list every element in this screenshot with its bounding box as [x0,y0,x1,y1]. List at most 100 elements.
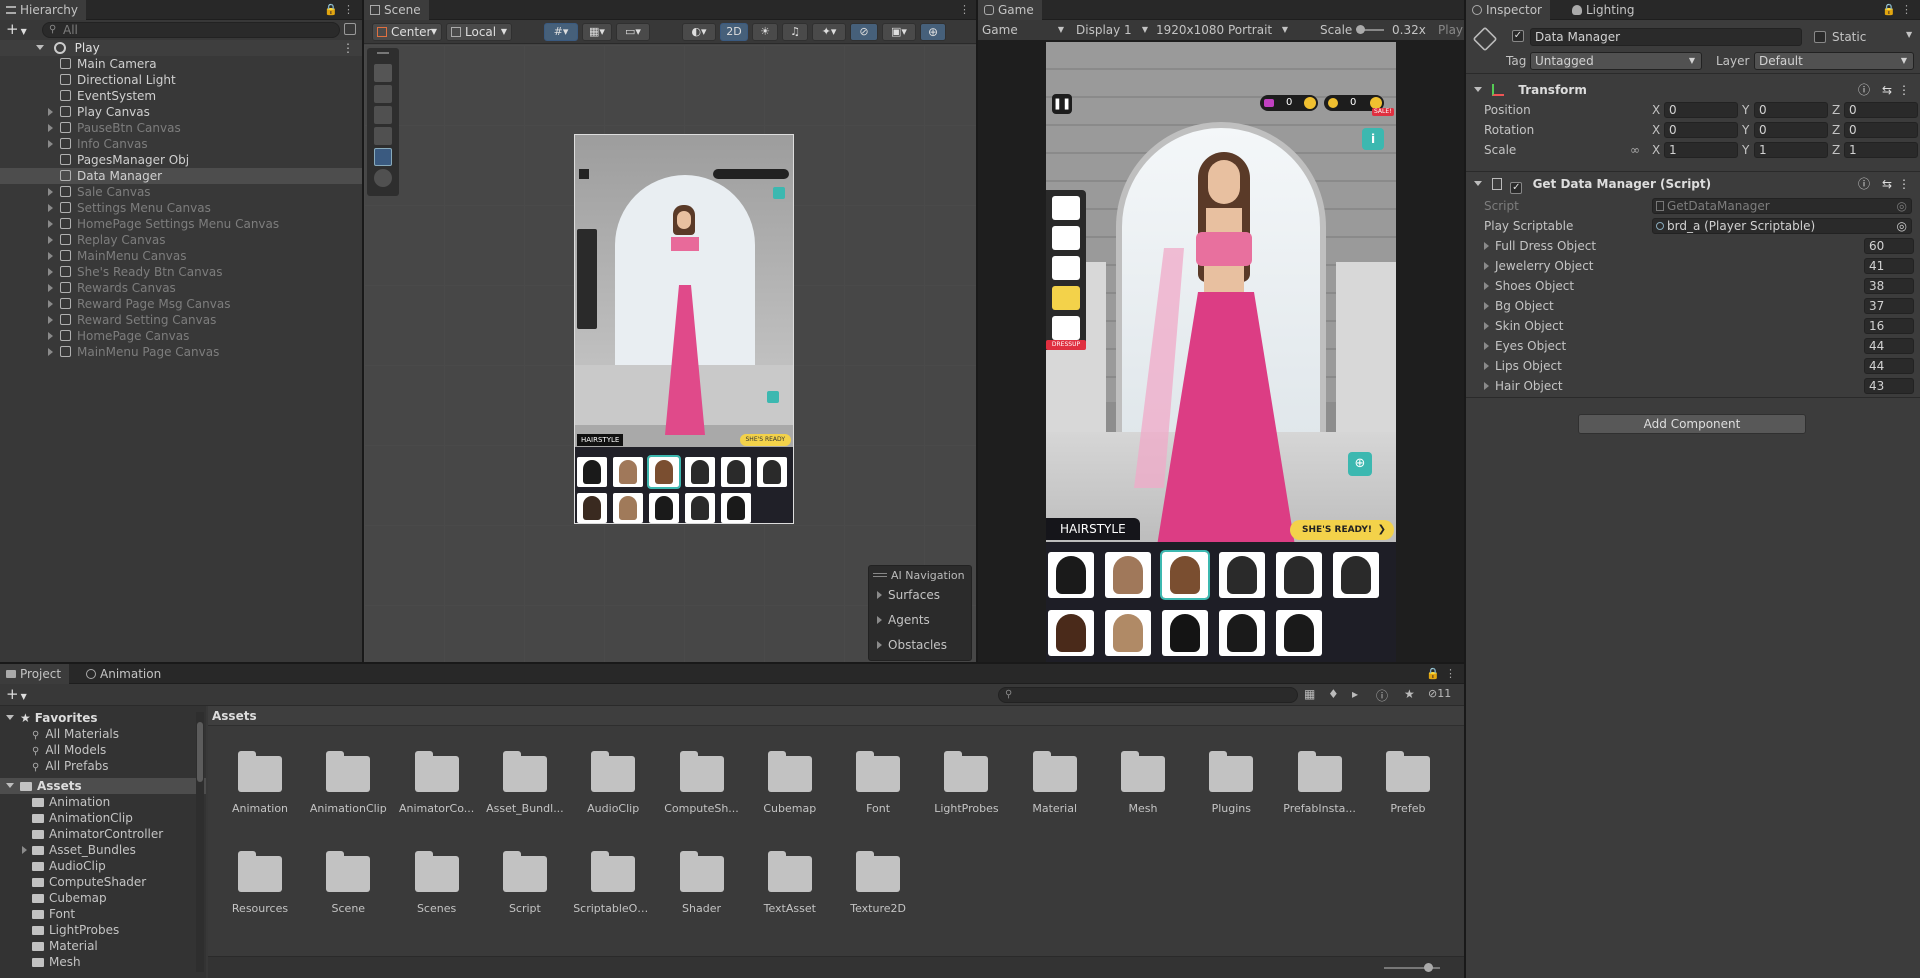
axis-y-label[interactable]: Y [1742,122,1749,138]
script-field-value[interactable]: 38 [1864,278,1914,294]
axis-x-label[interactable]: X [1652,102,1660,118]
hierarchy-item[interactable]: PauseBtn Canvas [0,120,362,136]
expand-icon[interactable] [48,300,53,308]
axis-y-label[interactable]: Y [1742,102,1749,118]
script-field-value[interactable]: 44 [1864,338,1914,354]
hierarchy-item[interactable]: Info Canvas [0,136,362,152]
expand-icon[interactable] [6,715,14,720]
asset-folder[interactable]: ComputeSh... [664,751,739,828]
mini-hair-option[interactable] [685,493,715,523]
expand-icon[interactable] [48,268,53,276]
active-checkbox[interactable]: ✓ [1512,30,1524,42]
asset-folder[interactable]: ScriptableOb... [573,851,653,928]
tab-lighting[interactable]: Lighting [1566,0,1643,20]
tag-dropdown[interactable]: Untagged ▼ [1530,52,1702,70]
expand-icon[interactable] [1484,262,1489,270]
asset-folder[interactable]: Prefeb [1378,751,1438,828]
hair-category-icon[interactable] [1052,286,1080,310]
asset-folder[interactable]: Shader [672,851,732,928]
asset-folder[interactable]: Plugins [1201,751,1261,828]
mini-hair-option[interactable] [721,493,751,523]
tool-palette-handle[interactable] [377,52,389,54]
shes-ready-button[interactable]: SHE'S READY! ❯ [1289,520,1394,540]
asset-folder[interactable]: Scenes [407,851,467,928]
hierarchy-scene-row[interactable]: Play ⋮ [0,40,362,56]
asset-folder[interactable]: PrefabInsta... [1283,751,1356,828]
mini-hair-option[interactable] [613,493,643,523]
hierarchy-item[interactable]: She's Ready Btn Canvas [0,264,362,280]
game-mode-dropdown[interactable]: Game ▼ [982,20,1066,40]
favorite-star-icon[interactable]: ★ [1404,687,1415,701]
expand-icon[interactable] [1484,382,1489,390]
expand-icon[interactable] [1484,282,1489,290]
hand-tool-icon[interactable] [374,64,392,82]
transform-z-field[interactable]: 0 [1844,122,1918,138]
axis-z-label[interactable]: Z [1832,122,1840,138]
rotate-tool-icon[interactable] [374,106,392,124]
expand-icon[interactable] [1484,342,1489,350]
expand-icon[interactable] [48,332,53,340]
search-options-icon[interactable] [344,23,356,35]
asset-tree-item[interactable]: Animation [0,794,206,810]
dress-category-icon[interactable] [1052,316,1080,340]
expand-icon[interactable] [1484,302,1489,310]
object-name-field[interactable]: Data Manager [1530,28,1802,46]
hidden-objects-toggle[interactable]: ⊘ [850,23,878,41]
favorite-item[interactable]: ⚲ All Models [0,742,206,758]
transform-z-field[interactable]: 0 [1844,102,1918,118]
chevron-down-icon[interactable]: ▼ [1906,30,1912,39]
hairstyle-option[interactable] [1276,552,1322,598]
play-scriptable-field[interactable]: brd_a (Player Scriptable) ◎ [1652,218,1912,234]
info-button[interactable]: i [1362,128,1384,150]
preset-icon[interactable]: ⇆ [1882,174,1892,194]
expand-icon[interactable] [877,641,882,649]
icon-size-slider[interactable] [1384,963,1440,972]
more-icon[interactable]: ⋮ [1898,80,1910,100]
asset-folder[interactable]: Mesh [1113,751,1173,828]
more-icon[interactable]: ⋮ [959,0,970,20]
asset-folder[interactable]: Script [495,851,555,928]
ai-nav-item[interactable]: Agents [877,611,930,629]
script-header[interactable]: ✓ Get Data Manager (Script) ⓘ ⇆ ⋮ [1466,174,1920,194]
expand-icon[interactable] [1484,362,1489,370]
hierarchy-item[interactable]: Sale Canvas [0,184,362,200]
asset-tree-item[interactable]: ComputeShader [0,874,206,890]
script-field-value[interactable]: 43 [1864,378,1914,394]
ai-nav-item[interactable]: Obstacles [877,636,947,654]
hidden-packages-toggle[interactable]: ⊘11 [1428,687,1451,700]
script-enabled-checkbox[interactable]: ✓ [1510,182,1523,194]
hairstyle-option[interactable] [1219,610,1265,656]
axis-x-label[interactable]: X [1652,142,1660,158]
grid-snap-button[interactable]: #▾ [544,23,578,41]
grid-visibility-button[interactable]: ▦▾ [582,23,612,41]
mini-zoom-icon[interactable] [767,391,779,403]
axis-z-label[interactable]: Z [1832,142,1840,158]
asset-folder[interactable]: AnimatorCo... [399,751,474,828]
transform-y-field[interactable]: 0 [1754,102,1828,118]
lips-category-icon[interactable] [1052,256,1080,280]
help-icon[interactable]: ⓘ [1858,80,1870,100]
audio-toggle[interactable]: ♫ [782,23,808,41]
preset-icon[interactable]: ⇆ [1882,80,1892,100]
hairstyle-option[interactable] [1333,552,1379,598]
asset-folder[interactable]: Scene [318,851,378,928]
more-icon[interactable]: ⋮ [1445,664,1456,684]
asset-tree-item[interactable]: Cubemap [0,890,206,906]
tag-icon[interactable]: ▸ [1352,687,1358,701]
hierarchy-search-input[interactable]: ⚲ All [42,22,340,38]
hairstyle-option[interactable] [1219,552,1265,598]
more-icon[interactable]: ⋮ [342,40,354,56]
more-icon[interactable]: ⋮ [1898,174,1910,194]
asset-tree-item[interactable]: Asset_Bundles [0,842,206,858]
hierarchy-item[interactable]: HomePage Canvas [0,328,362,344]
scale-tool-icon[interactable] [374,127,392,145]
static-checkbox[interactable] [1814,31,1826,43]
transform-x-field[interactable]: 1 [1664,142,1738,158]
increment-snap-button[interactable]: ▭▾ [616,23,650,41]
resolution-dropdown[interactable]: 1920x1080 Portrait ▼ [1156,20,1290,40]
hierarchy-item[interactable]: Play Canvas [0,104,362,120]
hierarchy-item[interactable]: Main Camera [0,56,362,72]
asset-folder[interactable]: Material [1025,751,1085,828]
asset-folder[interactable]: Resources [230,851,290,928]
asset-folder[interactable]: AudioClip [583,751,643,828]
